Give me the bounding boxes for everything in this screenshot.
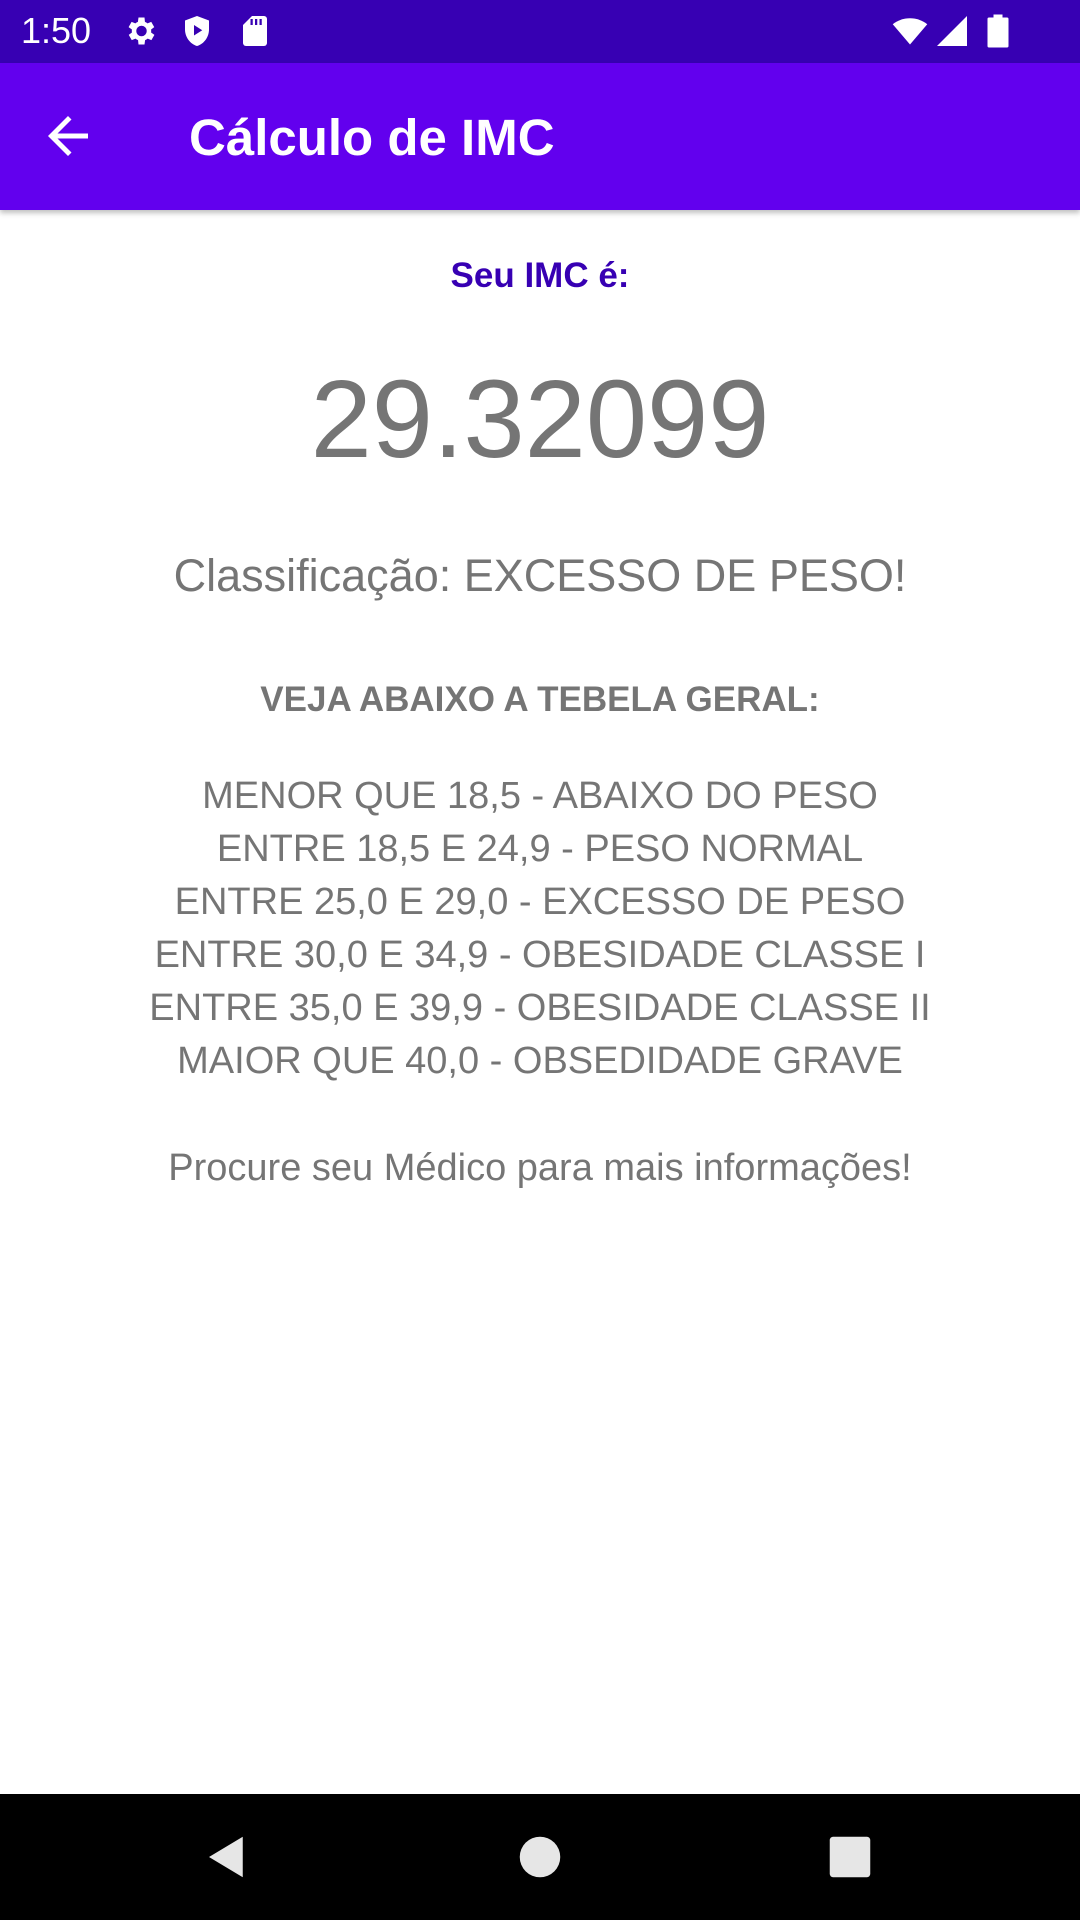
sd-card-icon — [237, 13, 273, 49]
table-title: VEJA ABAIXO A TEBELA GERAL: — [260, 680, 820, 719]
nav-back-button[interactable] — [200, 1830, 254, 1884]
signal-icon — [934, 13, 970, 49]
page-title: Cálculo de IMC — [189, 109, 555, 166]
imc-label: Seu IMC é: — [450, 256, 630, 295]
back-button[interactable] — [38, 106, 110, 166]
footer-text: Procure seu Médico para mais informações… — [168, 1147, 912, 1189]
gear-icon — [122, 13, 158, 49]
bmi-table: MENOR QUE 18,5 - ABAIXO DO PESO ENTRE 18… — [0, 770, 1080, 1088]
recents-square-icon — [823, 1836, 877, 1888]
nav-home-button[interactable] — [513, 1830, 567, 1884]
back-triangle-icon — [200, 1836, 254, 1888]
app-bar: Cálculo de IMC — [0, 63, 1080, 210]
arrow-back-icon — [38, 116, 98, 170]
wifi-icon — [890, 13, 928, 49]
status-time: 1:50 — [21, 10, 92, 51]
nav-recents-button[interactable] — [823, 1830, 877, 1884]
navigation-bar — [0, 1794, 1080, 1920]
table-row: MAIOR QUE 40,0 - OBSEDIDADE GRAVE — [177, 1040, 903, 1082]
table-row: ENTRE 18,5 E 24,9 - PESO NORMAL — [216, 828, 864, 870]
shield-play-icon — [179, 13, 215, 49]
imc-value: 29.32099 — [310, 358, 770, 481]
classification-text: Classificação: EXCESSO DE PESO! — [173, 550, 907, 601]
table-row: MENOR QUE 18,5 - ABAIXO DO PESO — [202, 775, 878, 817]
battery-icon — [986, 13, 1022, 49]
home-circle-icon — [513, 1836, 567, 1888]
table-row: ENTRE 30,0 E 34,9 - OBESIDADE CLASSE I — [154, 934, 926, 976]
table-row: ENTRE 25,0 E 29,0 - EXCESSO DE PESO — [174, 881, 906, 923]
table-row: ENTRE 35,0 E 39,9 - OBESIDADE CLASSE II — [149, 987, 931, 1029]
status-bar: 1:50 — [0, 0, 1080, 63]
